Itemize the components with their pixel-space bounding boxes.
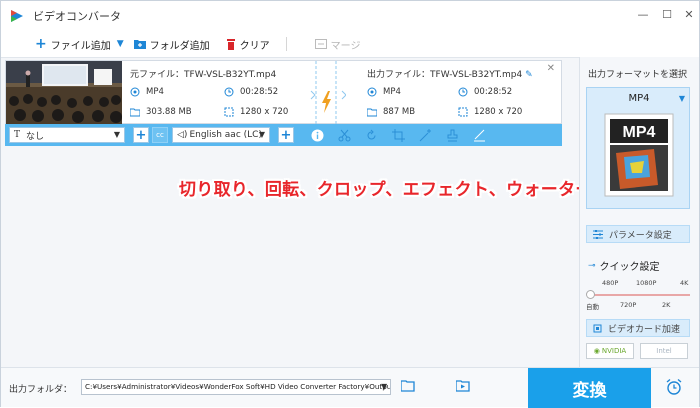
close-window-icon[interactable]: ✕: [681, 7, 697, 23]
file-list-area: 元ファイル：TFW-VSL-B32YT.mp4 MP4 00:28:52 303…: [1, 57, 662, 367]
format-selector[interactable]: MP4 ▼ MP4: [586, 87, 690, 209]
chevron-down-icon: ▼: [113, 130, 120, 139]
format-icon: [367, 87, 377, 97]
remove-file-icon[interactable]: ✕: [547, 63, 555, 74]
merge-icon: [314, 39, 327, 49]
add-folder-label: フォルダ追加: [149, 40, 210, 52]
svg-text:MP4: MP4: [623, 124, 656, 141]
mp4-format-icon: MP4: [604, 113, 674, 197]
nvidia-toggle[interactable]: ◉ NVIDIA: [586, 343, 634, 359]
toolbar-divider: [285, 37, 287, 51]
clear-button[interactable]: クリア: [226, 37, 270, 52]
output-folder-label: 出力フォルダ：: [9, 385, 73, 395]
window-title: ビデオコンバータ: [33, 10, 121, 23]
add-file-label: ファイル追加: [50, 40, 111, 52]
chip-icon: [593, 324, 602, 332]
bottom-bar: 出力フォルダ： C:¥Users¥Administrator¥Videos¥Wo…: [1, 367, 699, 408]
sliders-icon: [593, 229, 603, 239]
speaker-icon: ◁): [177, 130, 188, 140]
output-format-title: 出力フォーマットを選択: [588, 70, 688, 80]
add-audio-button[interactable]: +: [278, 127, 294, 143]
quality-auto: 自動: [586, 303, 599, 311]
text-t-icon: T: [14, 130, 21, 140]
add-folder-button[interactable]: フォルダ追加: [133, 37, 210, 52]
parameter-settings-button[interactable]: パラメータ設定: [586, 225, 690, 243]
audio-track-select[interactable]: ◁) English aac (LC) ▼: [172, 127, 270, 143]
source-resolution: 1280 x 720: [224, 107, 288, 117]
cc-subtitle-icon[interactable]: cc: [152, 127, 168, 143]
trash-icon: [226, 38, 235, 50]
output-resolution: 1280 x 720: [458, 107, 522, 117]
add-subtitle-button[interactable]: +: [133, 127, 149, 143]
merge-label: マージ: [330, 40, 361, 52]
open-folder-icon[interactable]: [401, 380, 415, 392]
folder-plus-icon: [133, 40, 146, 49]
clock-icon: [224, 87, 234, 97]
subtitle-select[interactable]: T なし ▼: [9, 127, 125, 143]
quality-720p: 720P: [620, 301, 637, 309]
video-thumbnail: [6, 61, 122, 125]
edit-toolbar: T なし ▼ + cc ◁) English aac (LC) ▼ +: [5, 124, 562, 146]
nvidia-eye-icon: ◉: [593, 347, 600, 355]
info-icon[interactable]: [306, 124, 328, 146]
output-format-panel: 出力フォーマットを選択 MP4 ▼ MP4 パラメータ設定 ⊸ クイック設定 4…: [579, 57, 699, 367]
gpu-acceleration-button[interactable]: ビデオカード加速: [586, 319, 690, 337]
source-size: 303.88 MB: [130, 107, 192, 117]
chevron-down-icon: ▼: [258, 130, 265, 139]
chevron-down-icon[interactable]: ▼: [381, 382, 387, 391]
quality-slider-knob[interactable]: [586, 290, 595, 299]
folder-icon: [130, 108, 140, 117]
rotate-icon[interactable]: [360, 124, 382, 146]
clear-label: クリア: [239, 40, 270, 52]
quality-480p: 480P: [602, 279, 619, 287]
resolution-icon: [458, 107, 468, 117]
output-filename: 出力ファイル：TFW-VSL-B32YT.mp4 ✎: [367, 70, 533, 80]
maximize-icon[interactable]: ☐: [659, 7, 675, 23]
plus-icon: +: [35, 36, 47, 52]
format-icon: [130, 87, 140, 97]
conversion-arrow: [310, 61, 346, 125]
chevron-down-icon: ▼: [678, 94, 685, 103]
scissors-icon[interactable]: [333, 124, 355, 146]
output-format: MP4: [367, 87, 401, 97]
output-size: 887 MB: [367, 107, 415, 117]
edit-pencil-icon[interactable]: ✎: [525, 70, 533, 80]
minimize-icon[interactable]: —: [635, 7, 651, 23]
effect-wand-icon[interactable]: [414, 124, 436, 146]
output-path-field[interactable]: C:¥Users¥Administrator¥Videos¥WonderFox …: [81, 379, 391, 395]
video-folder-icon[interactable]: [456, 380, 470, 392]
quick-settings-icon: ⊸: [588, 260, 596, 271]
app-window: ビデオコンバータ — ☐ ✕ + ファイル追加 ▼ フォルダ追加 クリア マージ…: [0, 0, 700, 408]
add-file-dropdown-icon[interactable]: ▼: [117, 39, 124, 49]
quality-2k: 2K: [662, 301, 671, 309]
alarm-clock-icon[interactable]: [665, 378, 683, 396]
source-duration: 00:28:52: [224, 87, 278, 97]
crop-icon[interactable]: [387, 124, 409, 146]
lightning-icon: [322, 91, 331, 113]
intel-toggle[interactable]: Intel: [640, 343, 688, 359]
output-duration: 00:28:52: [458, 87, 512, 97]
source-format: MP4: [130, 87, 164, 97]
watermark-stamp-icon[interactable]: [441, 124, 463, 146]
title-bar: ビデオコンバータ — ☐ ✕: [1, 1, 699, 31]
clock-icon: [458, 87, 468, 97]
toolbar: + ファイル追加 ▼ フォルダ追加 クリア マージ: [1, 31, 579, 57]
subtitle-edit-icon[interactable]: [468, 124, 490, 146]
quality-1080p: 1080P: [636, 279, 657, 287]
add-file-button[interactable]: + ファイル追加: [35, 37, 111, 52]
selected-format: MP4: [628, 93, 650, 104]
file-item[interactable]: 元ファイル：TFW-VSL-B32YT.mp4 MP4 00:28:52 303…: [5, 60, 562, 125]
folder-icon: [367, 108, 377, 117]
convert-button[interactable]: 変換: [528, 368, 651, 408]
quality-4k: 4K: [680, 279, 689, 287]
quality-slider-track[interactable]: [590, 294, 690, 296]
source-filename: 元ファイル：TFW-VSL-B32YT.mp4: [130, 70, 277, 80]
resolution-icon: [224, 107, 234, 117]
app-logo-icon: [11, 10, 23, 22]
quick-settings-label: ⊸ クイック設定: [588, 260, 660, 274]
merge-button[interactable]: マージ: [314, 37, 361, 52]
